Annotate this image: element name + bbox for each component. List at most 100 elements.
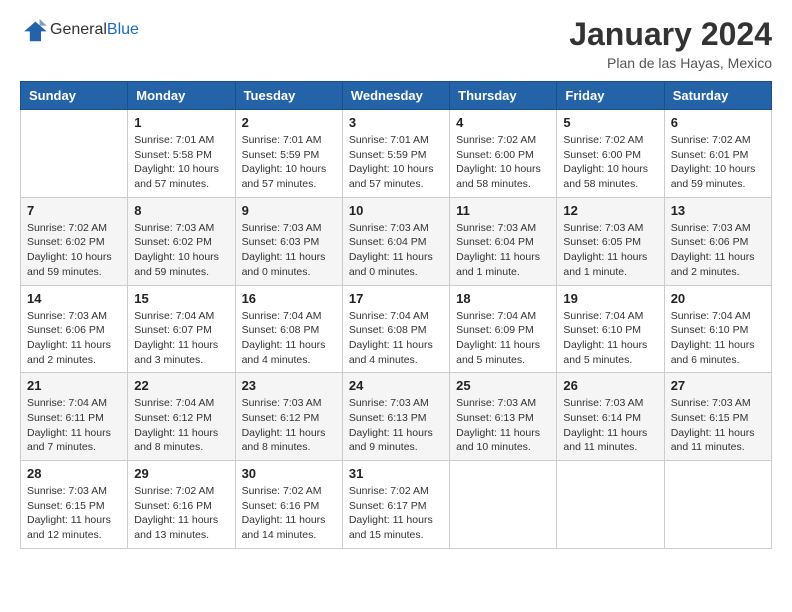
day-info: Sunrise: 7:03 AMSunset: 6:06 PMDaylight:… [27, 309, 121, 368]
calendar-week-2: 7 Sunrise: 7:02 AMSunset: 6:02 PMDaylight… [21, 197, 772, 285]
day-info: Sunrise: 7:03 AMSunset: 6:04 PMDaylight:… [349, 221, 443, 280]
calendar-cell-w4-d6: 26Sunrise: 7:03 AMSunset: 6:14 PMDayligh… [557, 373, 664, 461]
day-number: 13 [671, 203, 765, 218]
calendar-cell-w5-d6 [557, 461, 664, 549]
calendar-cell-w5-d3: 30 Sunrise: 7:02 AMSunset: 6:16 PMDayligh… [235, 461, 342, 549]
day-number: 20 [671, 291, 765, 306]
day-info: Sunrise: 7:02 AMSunset: 6:17 PMDaylight:… [349, 484, 443, 543]
day-number: 30 [242, 466, 336, 481]
col-thursday: Thursday [450, 82, 557, 110]
day-number: 5 [563, 115, 657, 130]
day-info: Sunrise: 7:04 AMSunset: 6:10 PMDaylight:… [671, 309, 765, 368]
day-number: 15 [134, 291, 228, 306]
day-info: Sunrise: 7:02 AMSunset: 6:00 PMDaylight:… [456, 133, 550, 192]
calendar-cell-w5-d1: 28 Sunrise: 7:03 AMSunset: 6:15 PMDayligh… [21, 461, 128, 549]
calendar-cell-w1-d3: 2Sunrise: 7:01 AMSunset: 5:59 PMDaylight… [235, 110, 342, 198]
day-number: 31 [349, 466, 443, 481]
calendar-cell-w5-d4: 31 Sunrise: 7:02 AMSunset: 6:17 PMDayligh… [342, 461, 449, 549]
col-friday: Friday [557, 82, 664, 110]
col-wednesday: Wednesday [342, 82, 449, 110]
month-title: January 2024 [569, 16, 772, 53]
day-info: Sunrise: 7:03 AMSunset: 6:05 PMDaylight:… [563, 221, 657, 280]
day-number: 9 [242, 203, 336, 218]
day-info: Sunrise: 7:04 AMSunset: 6:10 PMDaylight:… [563, 309, 657, 368]
calendar-cell-w2-d5: 11 Sunrise: 7:03 AMSunset: 6:04 PMDayligh… [450, 197, 557, 285]
day-info: Sunrise: 7:03 AMSunset: 6:15 PMDaylight:… [27, 484, 121, 543]
calendar-cell-w2-d3: 9 Sunrise: 7:03 AMSunset: 6:03 PMDaylight… [235, 197, 342, 285]
day-info: Sunrise: 7:02 AMSunset: 6:16 PMDaylight:… [242, 484, 336, 543]
day-info: Sunrise: 7:03 AMSunset: 6:04 PMDaylight:… [456, 221, 550, 280]
day-number: 7 [27, 203, 121, 218]
calendar-cell-w5-d2: 29 Sunrise: 7:02 AMSunset: 6:16 PMDayligh… [128, 461, 235, 549]
calendar-cell-w5-d5 [450, 461, 557, 549]
calendar-cell-w3-d4: 17 Sunrise: 7:04 AMSunset: 6:08 PMDayligh… [342, 285, 449, 373]
day-number: 27 [671, 378, 765, 393]
calendar-cell-w3-d2: 15Sunrise: 7:04 AMSunset: 6:07 PMDayligh… [128, 285, 235, 373]
day-number: 29 [134, 466, 228, 481]
calendar-cell-w5-d7 [664, 461, 771, 549]
day-number: 18 [456, 291, 550, 306]
page-container: GeneralBlue January 2024 Plan de las Hay… [0, 0, 792, 565]
calendar-cell-w1-d1 [21, 110, 128, 198]
day-number: 1 [134, 115, 228, 130]
calendar-cell-w1-d4: 3 Sunrise: 7:01 AMSunset: 5:59 PMDaylight… [342, 110, 449, 198]
day-number: 2 [242, 115, 336, 130]
day-number: 3 [349, 115, 443, 130]
logo: GeneralBlue [20, 16, 139, 44]
location-text: Plan de las Hayas, Mexico [569, 55, 772, 71]
day-info: Sunrise: 7:04 AMSunset: 6:11 PMDaylight:… [27, 396, 121, 455]
calendar-cell-w4-d1: 21 Sunrise: 7:04 AMSunset: 6:11 PMDayligh… [21, 373, 128, 461]
calendar-cell-w3-d3: 16 Sunrise: 7:04 AMSunset: 6:08 PMDayligh… [235, 285, 342, 373]
calendar-cell-w3-d1: 14 Sunrise: 7:03 AMSunset: 6:06 PMDayligh… [21, 285, 128, 373]
day-info: Sunrise: 7:01 AMSunset: 5:59 PMDaylight:… [349, 133, 443, 192]
calendar-cell-w1-d7: 6 Sunrise: 7:02 AMSunset: 6:01 PMDaylight… [664, 110, 771, 198]
calendar-cell-w2-d1: 7 Sunrise: 7:02 AMSunset: 6:02 PMDaylight… [21, 197, 128, 285]
col-monday: Monday [128, 82, 235, 110]
day-number: 28 [27, 466, 121, 481]
calendar-cell-w4-d2: 22 Sunrise: 7:04 AMSunset: 6:12 PMDayligh… [128, 373, 235, 461]
day-info: Sunrise: 7:03 AMSunset: 6:13 PMDaylight:… [456, 396, 550, 455]
day-number: 17 [349, 291, 443, 306]
calendar-cell-w2-d2: 8 Sunrise: 7:03 AMSunset: 6:02 PMDaylight… [128, 197, 235, 285]
day-number: 12 [563, 203, 657, 218]
title-block: January 2024 Plan de las Hayas, Mexico [569, 16, 772, 71]
calendar-cell-w1-d6: 5 Sunrise: 7:02 AMSunset: 6:00 PMDaylight… [557, 110, 664, 198]
day-number: 8 [134, 203, 228, 218]
day-info: Sunrise: 7:04 AMSunset: 6:08 PMDaylight:… [242, 309, 336, 368]
col-tuesday: Tuesday [235, 82, 342, 110]
day-number: 11 [456, 203, 550, 218]
day-info: Sunrise: 7:03 AMSunset: 6:06 PMDaylight:… [671, 221, 765, 280]
calendar-week-3: 14 Sunrise: 7:03 AMSunset: 6:06 PMDayligh… [21, 285, 772, 373]
day-info: Sunrise: 7:02 AMSunset: 6:02 PMDaylight:… [27, 221, 121, 280]
day-info: Sunrise: 7:03 AMSunset: 6:02 PMDaylight:… [134, 221, 228, 280]
calendar-cell-w2-d4: 10Sunrise: 7:03 AMSunset: 6:04 PMDayligh… [342, 197, 449, 285]
day-info: Sunrise: 7:04 AMSunset: 6:08 PMDaylight:… [349, 309, 443, 368]
logo-general-text: General [50, 21, 107, 38]
day-number: 16 [242, 291, 336, 306]
day-number: 14 [27, 291, 121, 306]
logo-blue-text: Blue [107, 21, 139, 38]
day-info: Sunrise: 7:03 AMSunset: 6:03 PMDaylight:… [242, 221, 336, 280]
logo-icon [20, 16, 48, 44]
calendar-cell-w3-d5: 18Sunrise: 7:04 AMSunset: 6:09 PMDayligh… [450, 285, 557, 373]
day-info: Sunrise: 7:03 AMSunset: 6:15 PMDaylight:… [671, 396, 765, 455]
calendar-table: Sunday Monday Tuesday Wednesday Thursday… [20, 81, 772, 549]
day-number: 22 [134, 378, 228, 393]
day-info: Sunrise: 7:04 AMSunset: 6:12 PMDaylight:… [134, 396, 228, 455]
day-info: Sunrise: 7:02 AMSunset: 6:16 PMDaylight:… [134, 484, 228, 543]
day-info: Sunrise: 7:02 AMSunset: 6:01 PMDaylight:… [671, 133, 765, 192]
day-number: 6 [671, 115, 765, 130]
calendar-header-row: Sunday Monday Tuesday Wednesday Thursday… [21, 82, 772, 110]
day-info: Sunrise: 7:02 AMSunset: 6:00 PMDaylight:… [563, 133, 657, 192]
calendar-cell-w4-d4: 24Sunrise: 7:03 AMSunset: 6:13 PMDayligh… [342, 373, 449, 461]
day-number: 19 [563, 291, 657, 306]
day-info: Sunrise: 7:03 AMSunset: 6:12 PMDaylight:… [242, 396, 336, 455]
day-number: 21 [27, 378, 121, 393]
day-number: 26 [563, 378, 657, 393]
calendar-cell-w2-d7: 13 Sunrise: 7:03 AMSunset: 6:06 PMDayligh… [664, 197, 771, 285]
calendar-cell-w4-d5: 25 Sunrise: 7:03 AMSunset: 6:13 PMDayligh… [450, 373, 557, 461]
calendar-week-4: 21 Sunrise: 7:04 AMSunset: 6:11 PMDayligh… [21, 373, 772, 461]
calendar-cell-w4-d3: 23Sunrise: 7:03 AMSunset: 6:12 PMDayligh… [235, 373, 342, 461]
calendar-cell-w2-d6: 12 Sunrise: 7:03 AMSunset: 6:05 PMDayligh… [557, 197, 664, 285]
day-number: 25 [456, 378, 550, 393]
